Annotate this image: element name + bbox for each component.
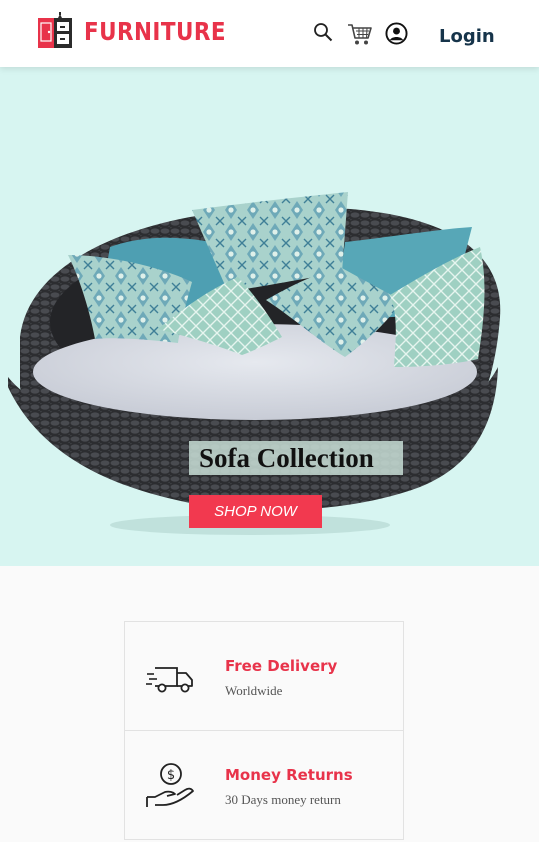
money-hand-icon: $ (146, 763, 194, 807)
truck-icon (146, 667, 193, 693)
brand-name: FURNITURE (84, 17, 226, 46)
feature-subtitle: 30 Days money return (225, 792, 341, 807)
feature-title: Free Delivery (225, 657, 338, 675)
user-icon[interactable] (385, 22, 408, 45)
search-icon[interactable] (313, 22, 333, 42)
feature-money-returns: $ Money Returns 30 Days money return (124, 731, 404, 840)
features-list: Free Delivery Worldwide $ Money Returns … (124, 621, 404, 840)
svg-text:$: $ (167, 768, 175, 783)
hero-banner: Sofa Collection SHOP NOW (0, 67, 539, 566)
site-header: FURNITURE Login (0, 0, 539, 67)
hero-title: Sofa Collection (189, 441, 403, 475)
feature-subtitle: Worldwide (225, 683, 283, 698)
brand-logo[interactable]: FURNITURE (36, 12, 249, 52)
shop-now-button[interactable]: SHOP NOW (189, 495, 322, 528)
cabinet-logo-icon (38, 12, 72, 48)
round-wicker-daybed-image (8, 192, 501, 535)
cart-icon[interactable] (347, 22, 373, 46)
login-link[interactable]: Login (439, 26, 495, 47)
feature-free-delivery: Free Delivery Worldwide (124, 621, 404, 731)
feature-title: Money Returns (225, 766, 353, 784)
